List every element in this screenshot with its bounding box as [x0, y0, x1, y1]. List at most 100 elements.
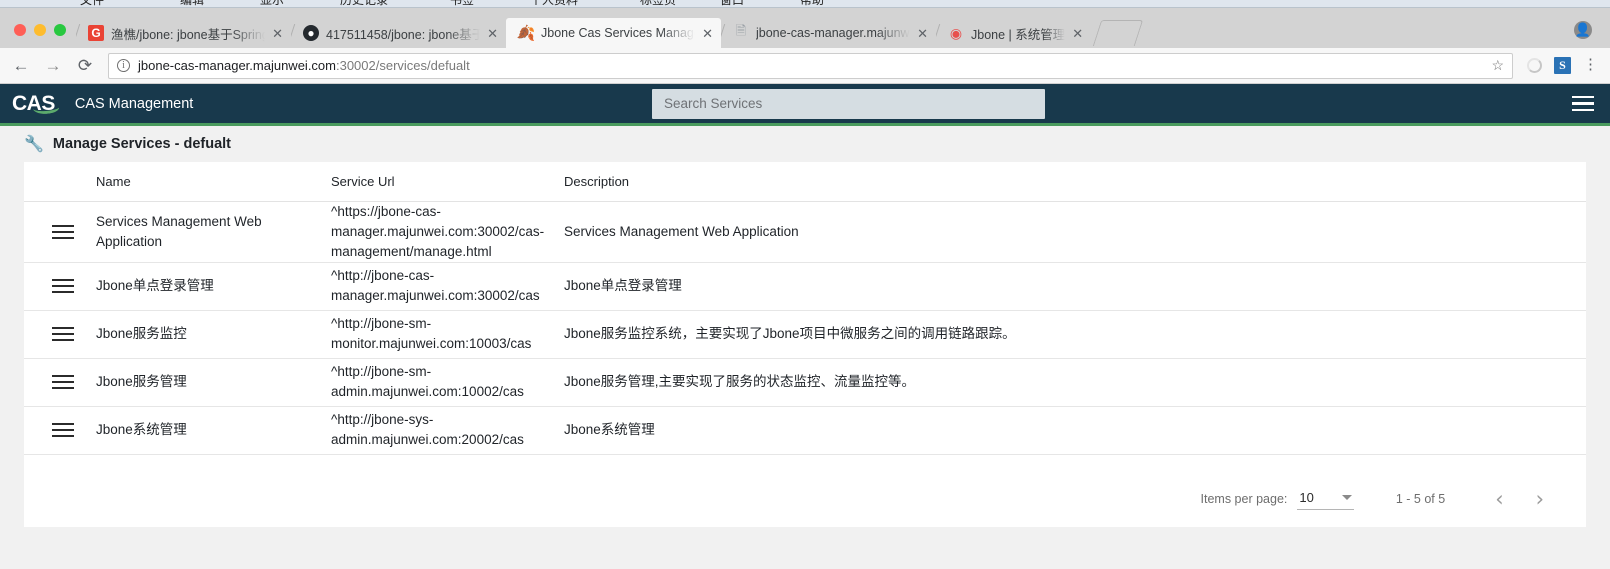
- minimize-window-button[interactable]: [34, 24, 46, 36]
- browser-tab-strip: G 渔樵/jbone: jbone基于Spring C ✕ ● 41751145…: [0, 8, 1610, 48]
- items-per-page-label: Items per page:: [1200, 492, 1288, 506]
- search-container: [652, 88, 1045, 119]
- os-menu-item-2[interactable]: 显示: [260, 0, 284, 7]
- row-name: Jbone服务管理: [96, 374, 187, 390]
- row-handle-cell: [24, 375, 96, 390]
- services-table: Name Service Url Description Services Ma…: [24, 162, 1586, 455]
- table-row[interactable]: Jbone服务管理 ^http://jbone-sm-admin.majunwe…: [24, 359, 1586, 407]
- address-bar-host: jbone-cas-manager.majunwei.com:30002/ser…: [138, 58, 470, 73]
- browser-menu-icon[interactable]: ⋮: [1583, 58, 1598, 72]
- app-title: CAS Management: [74, 95, 194, 112]
- hamburger-line-3: [1572, 108, 1594, 112]
- browser-tab-1[interactable]: ● 417511458/jbone: jbone基于Sp ✕: [291, 18, 506, 48]
- close-tab-4-button[interactable]: ✕: [1072, 27, 1083, 40]
- browser-tab-4[interactable]: ◉ Jbone | 系统管理 ✕: [936, 18, 1092, 48]
- url-host-text: jbone-cas-manager.majunwei.com: [138, 58, 336, 73]
- hamburger-line-2: [1572, 102, 1594, 105]
- row-name: Services Management Web Application: [96, 213, 262, 249]
- row-description: Jbone单点登录管理: [564, 278, 682, 294]
- forward-button[interactable]: →: [44, 57, 62, 74]
- jbone-icon: ◉: [949, 24, 963, 41]
- row-service-url: ^http://jbone-cas-manager.majunwei.com:3…: [331, 268, 540, 304]
- table-header-name: Name: [96, 174, 131, 189]
- paginator: Items per page: 10 1 - 5 of 5 ‹ ›: [24, 471, 1586, 527]
- close-tab-0-button[interactable]: ✕: [272, 27, 283, 40]
- table-header-row: Name Service Url Description: [24, 162, 1586, 202]
- bookmark-star-icon[interactable]: ☆: [1491, 57, 1504, 74]
- row-name: Jbone系统管理: [96, 422, 187, 438]
- table-header-description: Description: [564, 174, 630, 189]
- address-bar[interactable]: i jbone-cas-manager.majunwei.com:30002/s…: [108, 52, 1513, 79]
- app-menu-icon[interactable]: [1572, 95, 1594, 112]
- row-service-url: ^https://jbone-cas-manager.majunwei.com:…: [331, 204, 545, 259]
- os-menu-bar: 文件 编辑 显示 历史记录 书签 个人资料 标签页 窗口 帮助: [0, 0, 1610, 8]
- github-icon: ●: [303, 25, 319, 41]
- table-row[interactable]: Services Management Web Application ^htt…: [24, 202, 1586, 263]
- row-service-url: ^http://jbone-sys-admin.majunwei.com:200…: [331, 412, 524, 448]
- row-description: Jbone系统管理: [564, 422, 655, 438]
- extension-s-icon[interactable]: S: [1554, 57, 1571, 74]
- previous-page-button[interactable]: ‹: [1479, 488, 1519, 510]
- table-row[interactable]: Jbone单点登录管理 ^http://jbone-cas-manager.ma…: [24, 263, 1586, 311]
- table-header-service-url: Service Url: [331, 174, 395, 189]
- items-per-page-value: 10: [1299, 490, 1314, 505]
- extension-icons: S ⋮: [1527, 57, 1598, 74]
- site-info-icon[interactable]: i: [117, 59, 130, 72]
- browser-tab-2[interactable]: 🍂 Jbone Cas Services Manageme ✕: [506, 18, 721, 48]
- cas-logo[interactable]: CAS: [12, 92, 57, 116]
- browser-tab-3-title: jbone-cas-manager.majunwei.c: [756, 26, 910, 40]
- url-path-text: :30002/services/defualt: [335, 58, 470, 73]
- os-menu-item-4[interactable]: 书签: [450, 0, 474, 7]
- page-range-label: 1 - 5 of 5: [1395, 492, 1446, 506]
- os-menu-item-7[interactable]: 窗口: [720, 0, 744, 7]
- row-description: Services Management Web Application: [564, 223, 799, 239]
- loading-circle-icon[interactable]: [1527, 58, 1542, 73]
- table-row[interactable]: Jbone服务监控 ^http://jbone-sm-monitor.majun…: [24, 311, 1586, 359]
- close-tab-3-button[interactable]: ✕: [917, 27, 928, 40]
- row-handle-cell: [24, 279, 96, 294]
- close-window-button[interactable]: [14, 24, 26, 36]
- os-menu-item-3[interactable]: 历史记录: [340, 0, 388, 7]
- document-icon: 🗎: [735, 23, 747, 38]
- os-menu-item-5[interactable]: 个人资料: [530, 0, 578, 7]
- drag-handle-icon[interactable]: [52, 327, 74, 342]
- row-description: Jbone服务监控系统，主要实现了Jbone项目中微服务之间的调用链路跟踪。: [564, 326, 1016, 342]
- leaf-icon: 🍂: [516, 25, 536, 42]
- close-tab-1-button[interactable]: ✕: [487, 27, 498, 40]
- browser-tab-0-title: 渔樵/jbone: jbone基于Spring C: [111, 27, 266, 42]
- reload-button[interactable]: ⟳: [76, 57, 94, 74]
- browser-tab-3[interactable]: 🗎 jbone-cas-manager.majunwei.c ✕: [721, 18, 936, 48]
- page-title: Manage Services - defualt: [52, 136, 232, 152]
- wrench-icon: 🔧: [24, 136, 44, 153]
- services-table-card: Name Service Url Description Services Ma…: [24, 162, 1586, 527]
- browser-tab-4-title: Jbone | 系统管理: [971, 27, 1066, 42]
- drag-handle-icon[interactable]: [52, 224, 74, 239]
- row-service-url: ^http://jbone-sm-admin.majunwei.com:1000…: [331, 364, 524, 400]
- drag-handle-icon[interactable]: [52, 375, 74, 390]
- os-menu-item-8[interactable]: 帮助: [800, 0, 824, 7]
- os-menu-item-6[interactable]: 标签页: [640, 0, 676, 7]
- back-button[interactable]: ←: [12, 57, 30, 74]
- browser-tab-2-title: Jbone Cas Services Manageme: [541, 26, 695, 40]
- chevron-down-icon: [1341, 495, 1352, 500]
- maximize-window-button[interactable]: [54, 24, 66, 36]
- os-menu-item-1[interactable]: 编辑: [180, 0, 204, 7]
- page-heading: 🔧 Manage Services - defualt: [0, 126, 1610, 162]
- next-page-button[interactable]: ›: [1520, 488, 1560, 510]
- profile-avatar-icon[interactable]: 👤: [1574, 21, 1592, 39]
- drag-handle-icon[interactable]: [52, 423, 74, 438]
- row-handle-cell: [24, 423, 96, 438]
- row-description: Jbone服务管理,主要实现了服务的状态监控、流量监控等。: [564, 374, 916, 390]
- table-row[interactable]: Jbone系统管理 ^http://jbone-sys-admin.majunw…: [24, 407, 1586, 455]
- row-name: Jbone单点登录管理: [96, 278, 214, 294]
- drag-handle-icon[interactable]: [52, 279, 74, 294]
- search-input[interactable]: [652, 88, 1045, 119]
- row-handle-cell: [24, 327, 96, 342]
- items-per-page-select[interactable]: 10: [1297, 488, 1354, 510]
- window-controls: [8, 24, 76, 48]
- browser-tab-0[interactable]: G 渔樵/jbone: jbone基于Spring C ✕: [76, 18, 291, 48]
- new-tab-button[interactable]: [1092, 20, 1144, 46]
- gitee-icon: G: [88, 25, 104, 41]
- close-tab-2-button[interactable]: ✕: [702, 27, 713, 40]
- os-menu-item-0[interactable]: 文件: [80, 0, 104, 7]
